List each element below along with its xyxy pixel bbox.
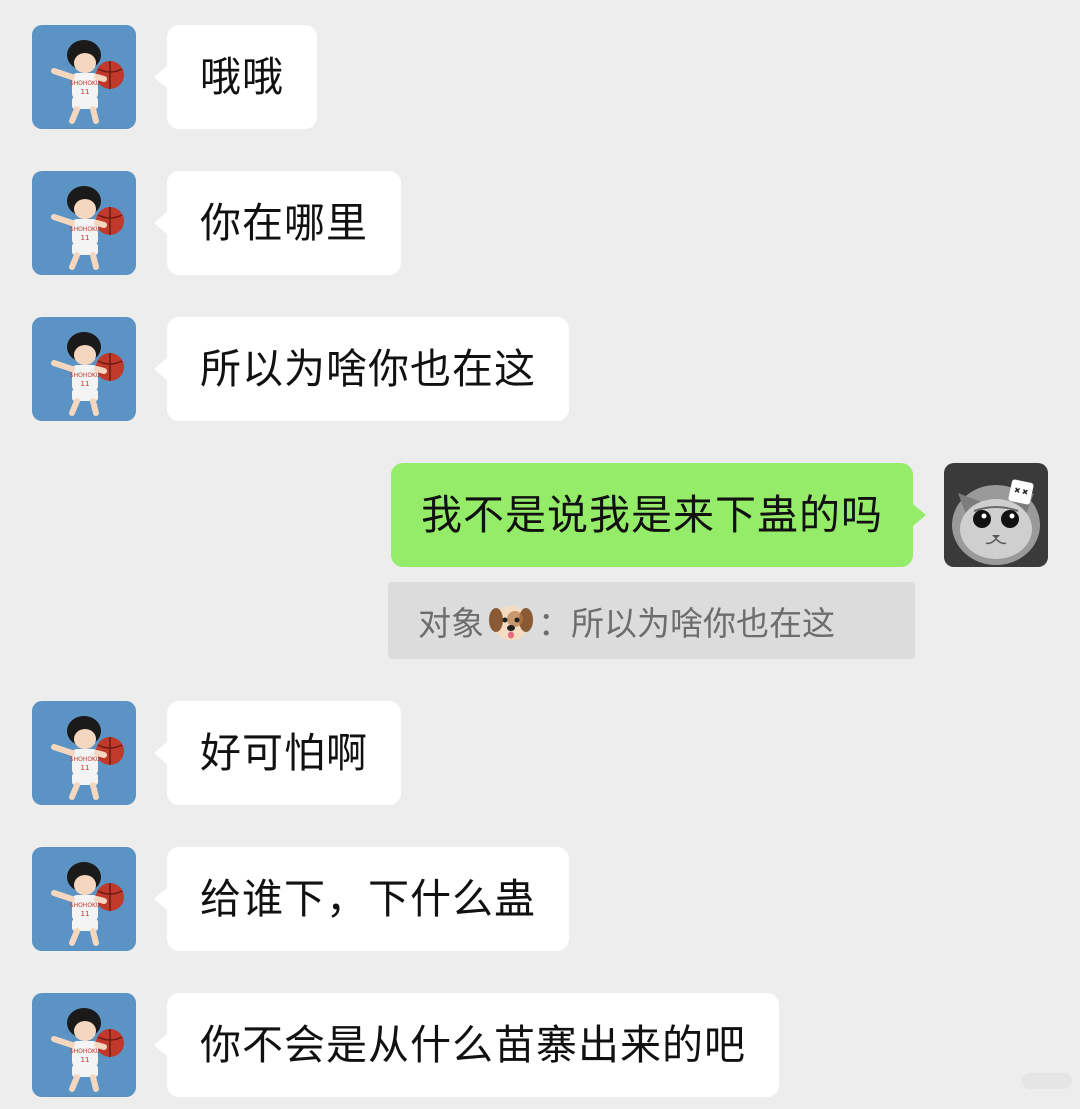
basketball-player-avatar-icon: SHOHOKU 11 bbox=[32, 171, 136, 275]
svg-text:11: 11 bbox=[81, 234, 90, 242]
contact-avatar[interactable]: SHOHOKU 11 bbox=[32, 317, 136, 421]
chat-window: SHOHOKU 11 哦哦 SHOHOKU 11 你在哪里 SHOHOKU 11… bbox=[0, 0, 1080, 1109]
message-text: 所以为啥你也在这 bbox=[200, 344, 536, 393]
incoming-message-bubble[interactable]: 所以为啥你也在这 bbox=[154, 317, 569, 421]
contact-avatar[interactable]: SHOHOKU 11 bbox=[32, 171, 136, 275]
svg-text:SHOHOKU: SHOHOKU bbox=[70, 902, 100, 909]
scroll-indicator[interactable] bbox=[1022, 1073, 1072, 1089]
quote-sender: 对象 bbox=[418, 603, 484, 643]
quote-separator: ： bbox=[538, 603, 571, 643]
svg-text:SHOHOKU: SHOHOKU bbox=[70, 226, 100, 233]
message-text: 好可怕啊 bbox=[200, 728, 368, 777]
basketball-player-avatar-icon: SHOHOKU 11 bbox=[32, 701, 136, 805]
basketball-player-avatar-icon: SHOHOKU 11 bbox=[32, 25, 136, 129]
basketball-player-avatar-icon: SHOHOKU 11 bbox=[32, 993, 136, 1097]
incoming-message-bubble[interactable]: 你在哪里 bbox=[154, 171, 401, 275]
incoming-message-bubble[interactable]: 哦哦 bbox=[154, 25, 317, 129]
message-text: 你不会是从什么苗寨出来的吧 bbox=[200, 1020, 746, 1069]
svg-text:SHOHOKU: SHOHOKU bbox=[70, 80, 100, 87]
svg-text:11: 11 bbox=[81, 1056, 90, 1064]
incoming-message-bubble[interactable]: 你不会是从什么苗寨出来的吧 bbox=[154, 993, 779, 1097]
contact-avatar[interactable]: SHOHOKU 11 bbox=[32, 847, 136, 951]
quoted-message[interactable]: 对象 ： 所以为啥你也在这 bbox=[388, 582, 915, 659]
contact-avatar[interactable]: SHOHOKU 11 bbox=[32, 993, 136, 1097]
self-avatar[interactable] bbox=[944, 463, 1048, 567]
message-text: 你在哪里 bbox=[200, 198, 368, 247]
svg-text:SHOHOKU: SHOHOKU bbox=[70, 1048, 100, 1055]
incoming-message-bubble[interactable]: 好可怕啊 bbox=[154, 701, 401, 805]
outgoing-message-bubble[interactable]: 我不是说我是来下蛊的吗 bbox=[391, 463, 926, 567]
svg-text:11: 11 bbox=[81, 88, 90, 96]
svg-text:11: 11 bbox=[81, 910, 90, 918]
contact-avatar[interactable]: SHOHOKU 11 bbox=[32, 25, 136, 129]
quote-text: 所以为啥你也在这 bbox=[571, 603, 835, 643]
contact-avatar[interactable]: SHOHOKU 11 bbox=[32, 701, 136, 805]
svg-text:SHOHOKU: SHOHOKU bbox=[70, 756, 100, 763]
svg-text:SHOHOKU: SHOHOKU bbox=[70, 372, 100, 379]
dog-face-emoji-icon bbox=[489, 605, 533, 640]
svg-text:11: 11 bbox=[81, 380, 90, 388]
incoming-message-bubble[interactable]: 给谁下，下什么蛊 bbox=[154, 847, 569, 951]
message-text: 给谁下，下什么蛊 bbox=[200, 874, 536, 923]
kitten-avatar-icon bbox=[944, 463, 1048, 567]
basketball-player-avatar-icon: SHOHOKU 11 bbox=[32, 847, 136, 951]
basketball-player-avatar-icon: SHOHOKU 11 bbox=[32, 317, 136, 421]
svg-text:11: 11 bbox=[81, 764, 90, 772]
message-text: 哦哦 bbox=[200, 52, 284, 101]
message-text: 我不是说我是来下蛊的吗 bbox=[421, 490, 883, 539]
